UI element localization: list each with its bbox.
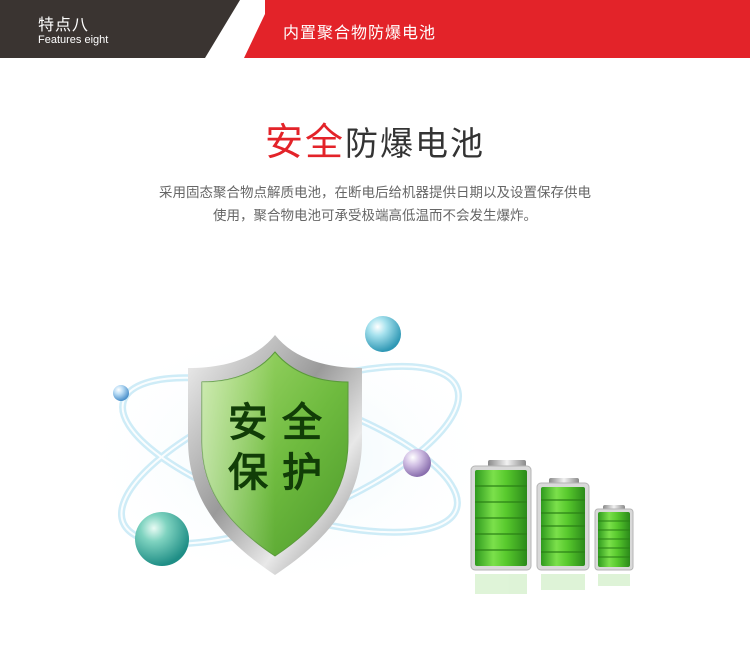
orb-purple xyxy=(403,449,431,477)
headline-highlight: 安全 xyxy=(264,120,345,164)
battery-icon-large xyxy=(470,460,532,571)
description-line-2: 使用，聚合物电池可承受极端高低温而不会发生爆炸。 xyxy=(213,208,537,224)
feature-number-panel xyxy=(0,0,240,58)
headline-text: 防爆电池 xyxy=(345,124,485,163)
description: 采用固态聚合物点解质电池，在断电后给机器提供日期以及设置保存供电 使用，聚合物电… xyxy=(100,182,650,228)
feature-number-en: Features eight xyxy=(38,34,109,46)
headline: 安全防爆电池 xyxy=(0,118,750,168)
orb-cyan xyxy=(365,316,401,352)
battery-icon-small xyxy=(594,505,634,571)
safety-illustration: 安 全 保 护 xyxy=(80,316,634,594)
shield-text-line-1: 安 全 xyxy=(228,400,323,446)
orb-small-blue xyxy=(113,385,129,401)
banner-notch-shape xyxy=(205,0,265,58)
description-line-1: 采用固态聚合物点解质电池，在断电后给机器提供日期以及设置保存供电 xyxy=(159,185,591,201)
feature-number-cn: 特点八 xyxy=(38,15,90,34)
battery-icon-medium xyxy=(536,478,590,571)
shield-text-line-2: 保 护 xyxy=(228,450,322,496)
orb-teal xyxy=(135,512,189,566)
feature-banner: 特点八 Features eight 内置聚合物防爆电池 xyxy=(0,0,750,58)
feature-title: 内置聚合物防爆电池 xyxy=(283,23,437,42)
